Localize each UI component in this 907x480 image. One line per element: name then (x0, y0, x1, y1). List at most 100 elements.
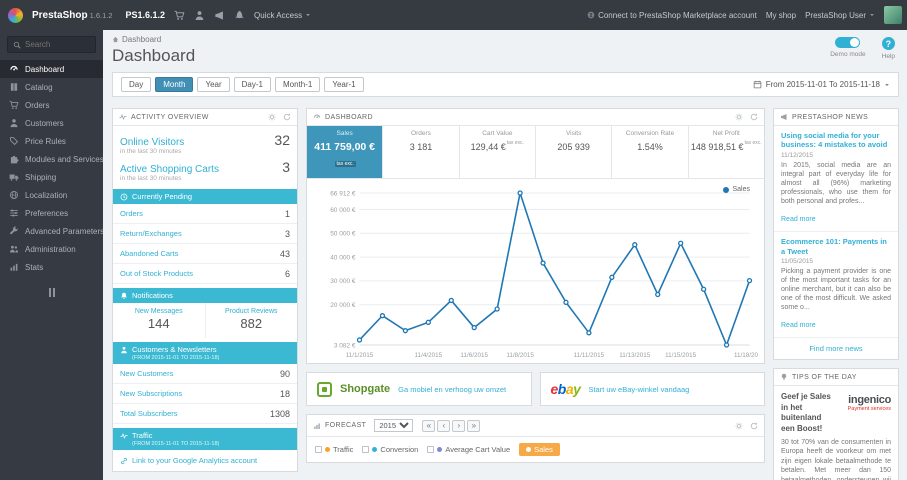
activity-icon (119, 113, 127, 121)
chart-legend[interactable]: Sales (723, 186, 750, 193)
online-visitors-link[interactable]: Online Visitors (120, 137, 184, 148)
list-item[interactable]: Return/Exchanges 3 (113, 224, 297, 244)
news-article-excerpt: In 2015, social media are an integral pa… (781, 161, 891, 206)
sidebar-search[interactable] (7, 36, 96, 53)
sidebar-item-advanced-parameters[interactable]: Advanced Parameters (0, 222, 103, 240)
user-menu[interactable]: PrestaShop User (805, 11, 875, 20)
sidebar-item-customers[interactable]: Customers (0, 114, 103, 132)
help-icon[interactable]: ? (881, 37, 895, 50)
ebay-promo-link[interactable]: Start uw eBay-winkel vandaag (588, 385, 689, 394)
period-button-day-1[interactable]: Day-1 (233, 77, 271, 92)
checkbox (427, 446, 435, 453)
svg-text:11/18/2015: 11/18/2015 (734, 352, 758, 359)
sidebar-item-modules[interactable]: Modules and Services (0, 150, 103, 168)
list-item[interactable]: New Customers 90 (113, 364, 297, 384)
kpi-net-profit[interactable]: Net Profit 148 918,51 €tax exc. (689, 126, 764, 178)
sidebar-item-shipping[interactable]: Shipping (0, 168, 103, 186)
marketplace-link[interactable]: Connect to PrestaShop Marketplace accoun… (587, 11, 757, 20)
gear-icon[interactable] (735, 422, 743, 430)
sidebar-item-administration[interactable]: Administration (0, 240, 103, 258)
bell-icon (120, 292, 128, 300)
conversion-dot (372, 447, 378, 452)
cart-icon[interactable] (174, 10, 185, 21)
prev-page-button[interactable]: ‹ (437, 419, 451, 432)
shopgate-promo-link[interactable]: Ga mobiel en verhoog uw omzet (398, 385, 506, 394)
sidebar-item-price-rules[interactable]: Price Rules (0, 132, 103, 150)
shopgate-module-promo[interactable]: Shopgate Ga mobiel en verhoog uw omzet (306, 372, 532, 406)
ebay-module-promo[interactable]: ebay Start uw eBay-winkel vandaag (539, 372, 765, 406)
news-article-date: 11/12/2015 (781, 151, 814, 159)
globe-icon (9, 190, 19, 200)
megaphone-icon[interactable] (214, 10, 225, 21)
refresh-icon[interactable] (750, 113, 758, 121)
sidebar-item-dashboard[interactable]: Dashboard (0, 60, 103, 78)
gear-icon[interactable] (268, 113, 276, 121)
notifications-header: Notifications (113, 288, 297, 303)
sidebar-item-preferences[interactable]: Preferences (0, 204, 103, 222)
shopgate-logo-text: Shopgate (340, 383, 391, 395)
topbar: PrestaShop 1.6.1.2 PS1.6.1.2 Quick Access… (0, 0, 907, 30)
my-shop-link[interactable]: My shop (766, 11, 796, 20)
pulse-icon (120, 432, 128, 440)
period-button-day[interactable]: Day (121, 77, 152, 92)
gear-icon[interactable] (735, 113, 743, 121)
find-more-news-link[interactable]: Find more news (774, 338, 898, 359)
sidebar-item-localization[interactable]: Localization (0, 186, 103, 204)
quick-access-menu[interactable]: Quick Access (254, 11, 311, 20)
gauge-icon (313, 113, 321, 121)
link-icon (120, 457, 128, 465)
sidebar-collapse-button[interactable] (42, 288, 62, 297)
sidebar-item-stats[interactable]: Stats (0, 258, 103, 276)
list-item[interactable]: New Subscriptions 18 (113, 384, 297, 404)
chevron-down-icon (884, 82, 890, 88)
news-article: Ecommerce 101: Payments in a Tweet 11/05… (774, 232, 898, 339)
kpi-orders[interactable]: Orders 3 181 (383, 126, 460, 178)
list-item[interactable]: Total Subscribers 1308 (113, 404, 297, 424)
active-carts-value: 3 (282, 159, 290, 175)
refresh-icon[interactable] (283, 113, 291, 121)
list-item[interactable]: Abandoned Carts 43 (113, 244, 297, 264)
date-range-picker[interactable]: From 2015-11-01 To 2015-11-18 (753, 80, 890, 89)
kpi-cart-value[interactable]: Cart Value 129,44 €tax exc. (460, 126, 536, 178)
kpi-visits[interactable]: Visits 205 939 (536, 126, 613, 178)
customers-newsletters-header: Customers & Newsletters (FROM 2015-11-01 … (113, 342, 297, 364)
sidebar-item-catalog[interactable]: Catalog (0, 78, 103, 96)
next-page-button[interactable]: › (452, 419, 466, 432)
list-item[interactable]: Out of Stock Products 6 (113, 264, 297, 284)
avatar[interactable] (884, 6, 902, 24)
read-more-link[interactable]: Read more (781, 216, 816, 223)
period-button-month[interactable]: Month (155, 77, 194, 92)
new-messages-cell[interactable]: New Messages 144 (113, 303, 206, 338)
toggle-traffic[interactable]: Traffic (315, 445, 353, 454)
rocket-icon[interactable] (234, 10, 245, 21)
read-more-link[interactable]: Read more (781, 322, 816, 329)
last-page-button[interactable]: » (467, 419, 481, 432)
forecast-year-select[interactable]: 2015 (374, 419, 414, 432)
product-reviews-cell[interactable]: Product Reviews 882 (206, 303, 298, 338)
sidebar-item-orders[interactable]: Orders (0, 96, 103, 114)
customer-icon[interactable] (194, 10, 205, 21)
kpi-sales[interactable]: Sales 411 759,00 €tax exc. (307, 126, 384, 178)
chevron-down-icon (305, 12, 311, 18)
shop-name-link[interactable]: PS1.6.1.2 (126, 10, 166, 20)
news-article-title[interactable]: Ecommerce 101: Payments in a Tweet (781, 237, 891, 256)
first-page-button[interactable]: « (422, 419, 436, 432)
toggle-sales[interactable]: Sales (519, 443, 560, 456)
demo-mode-toggle[interactable] (835, 37, 861, 48)
refresh-icon[interactable] (750, 422, 758, 430)
activity-overview-panel: ACTIVITY OVERVIEW Online Visitors 32 in t… (112, 108, 298, 472)
main-content: Dashboard Dashboard Demo mode ? Help Day… (103, 30, 907, 480)
toggle-average-cart-value[interactable]: Average Cart Value (427, 445, 510, 454)
toggle-conversion[interactable]: Conversion (362, 445, 418, 454)
list-item[interactable]: Orders 1 (113, 204, 297, 224)
period-button-month-1[interactable]: Month-1 (274, 77, 321, 92)
breadcrumb[interactable]: Dashboard (112, 35, 195, 44)
period-button-year[interactable]: Year (197, 77, 230, 92)
kpi-conversion-rate[interactable]: Conversion Rate 1.54% (612, 126, 689, 178)
svg-text:11/1/2015: 11/1/2015 (346, 352, 374, 359)
search-input[interactable] (25, 40, 83, 49)
active-carts-link[interactable]: Active Shopping Carts (120, 164, 219, 175)
period-button-year-1[interactable]: Year-1 (324, 77, 364, 92)
news-article-title[interactable]: Using social media for your business: 4 … (781, 131, 891, 150)
google-analytics-link-row[interactable]: Link to your Google Analytics account (113, 450, 297, 471)
